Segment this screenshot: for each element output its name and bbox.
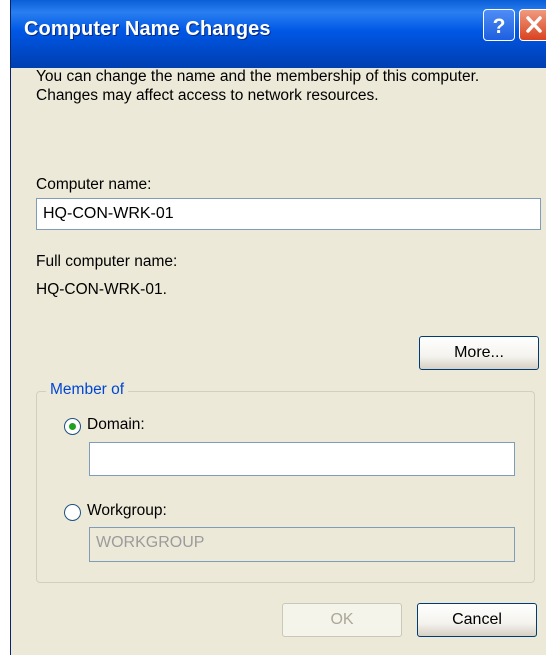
full-computer-name-label: Full computer name:	[36, 253, 178, 270]
full-computer-name-value: HQ-CON-WRK-01.	[36, 281, 167, 298]
ok-button[interactable]: OK	[282, 603, 402, 637]
help-button[interactable]: ?	[483, 9, 515, 41]
dialog-description: You can change the name and the membersh…	[36, 68, 480, 104]
svg-text:?: ?	[493, 15, 506, 38]
computer-name-input[interactable]: HQ-CON-WRK-01	[36, 198, 541, 230]
workgroup-label[interactable]: Workgroup:	[87, 502, 167, 520]
close-x-icon	[526, 16, 542, 33]
workgroup-radio[interactable]	[64, 504, 81, 521]
window-title: Computer Name Changes	[24, 18, 271, 40]
more-button[interactable]: More...	[419, 336, 539, 370]
question-mark-icon: ?	[493, 15, 506, 38]
member-of-legend: Member of	[46, 381, 129, 399]
title-bar[interactable]: Computer Name Changes ?	[11, 0, 546, 68]
workgroup-input: WORKGROUP	[89, 527, 515, 562]
domain-input[interactable]	[89, 442, 515, 476]
domain-label[interactable]: Domain:	[87, 416, 145, 434]
close-button[interactable]	[519, 9, 546, 41]
computer-name-label: Computer name:	[36, 176, 152, 193]
radio-selected-dot	[69, 423, 76, 430]
computer-name-changes-dialog: Computer Name Changes ? You can change t…	[10, 0, 546, 655]
domain-radio[interactable]	[64, 418, 81, 435]
cancel-button[interactable]: Cancel	[417, 603, 537, 637]
